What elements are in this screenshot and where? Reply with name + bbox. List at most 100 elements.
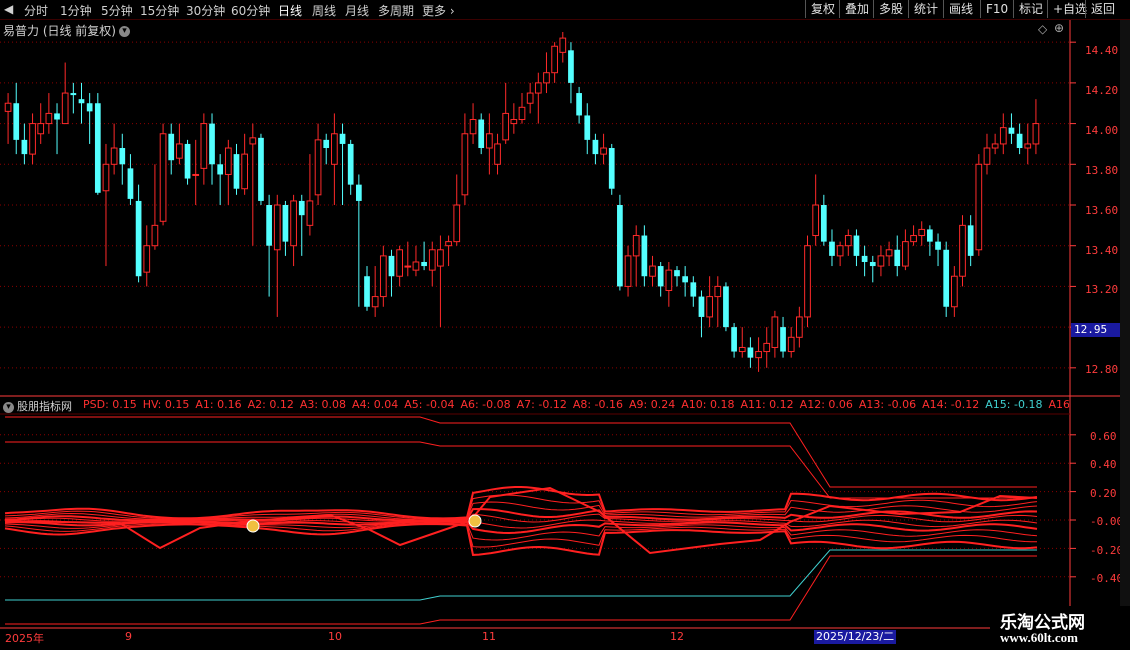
candle-body <box>494 143 501 165</box>
indicator-value: PSD: 0.15 <box>83 398 137 411</box>
money-bag-icon <box>468 514 482 528</box>
candle-body <box>787 336 795 353</box>
watermark-url: www.60lt.com <box>1000 630 1078 645</box>
candle-body <box>983 147 991 165</box>
candle-body <box>355 184 362 201</box>
indicator-value: A5: -0.04 <box>404 398 455 411</box>
candle-body <box>249 137 257 145</box>
candle-body <box>29 123 36 155</box>
candle-body <box>975 163 983 251</box>
candle-body <box>347 143 354 185</box>
upper-band-line-2 <box>5 441 1037 499</box>
candle-body <box>461 133 469 196</box>
candle-body <box>559 37 567 53</box>
indicator-tick: 0.60 <box>1090 430 1117 443</box>
candle-body <box>290 200 297 247</box>
candle-body <box>331 133 338 165</box>
candle-body <box>731 327 737 352</box>
candle-body <box>241 153 249 190</box>
indicator-tick: -0.40 <box>1090 572 1124 585</box>
candle-body <box>950 275 958 308</box>
indicator-line <box>4 520 1038 535</box>
candle-body <box>959 224 966 277</box>
candle-body <box>991 143 999 149</box>
candle-body <box>421 261 427 267</box>
candle-body <box>298 200 305 216</box>
candle-body <box>780 327 786 352</box>
candle-body <box>364 276 370 307</box>
candle-body <box>861 255 868 262</box>
candle-body <box>910 235 917 243</box>
candle-body <box>217 164 224 175</box>
chevron-down-icon[interactable]: ▾ <box>3 401 14 413</box>
date-tick: 10 <box>328 630 342 643</box>
candle-body <box>836 245 844 257</box>
indicator-value: A10: 0.18 <box>681 398 735 411</box>
candle-body <box>151 224 159 247</box>
lower-band-line <box>5 549 1037 601</box>
indicator-value: A2: 0.12 <box>247 398 294 411</box>
indicator-value: A15: -0.18 <box>985 398 1043 411</box>
candle-body <box>576 93 582 116</box>
candle-body <box>224 147 232 175</box>
kline-chart[interactable] <box>0 0 1130 650</box>
candle-body <box>78 99 85 104</box>
candle-body <box>168 133 175 161</box>
candle-body <box>1024 143 1032 149</box>
candle-body <box>534 82 542 94</box>
candle-body <box>600 147 607 155</box>
candle-body <box>632 235 640 257</box>
candle-body <box>388 255 395 277</box>
candle-body <box>437 249 444 267</box>
candle-body <box>453 204 461 243</box>
candle-body <box>829 241 835 256</box>
price-tick: 13.40 <box>1085 244 1119 257</box>
candle-body <box>379 255 387 298</box>
candle-body <box>935 241 941 250</box>
candle-body <box>869 261 876 267</box>
candle-body <box>37 123 45 135</box>
indicator-value: A3: 0.08 <box>299 398 347 411</box>
candle-body <box>159 133 167 222</box>
candle-body <box>469 119 477 135</box>
indicator-value: A1: 0.16 <box>195 398 242 411</box>
candle-body <box>894 249 901 267</box>
candle-body <box>690 282 697 297</box>
candle-body <box>543 72 550 84</box>
candle-body <box>233 154 240 189</box>
indicator-name: 股朋指标网 <box>17 400 72 413</box>
indicator-value: A12: 0.06 <box>799 398 853 411</box>
upper-band-line <box>5 416 1037 488</box>
candle-body <box>943 249 950 307</box>
candle-body <box>209 123 215 165</box>
candle-body <box>314 139 322 196</box>
candle-body <box>526 92 534 104</box>
date-tick: 2025年 <box>5 632 44 645</box>
candle-body <box>584 115 591 140</box>
candle-body <box>885 249 893 257</box>
candle-body <box>486 133 493 149</box>
indicator-tick: 0.20 <box>1090 487 1117 500</box>
price-tick: 14.20 <box>1085 84 1119 97</box>
candle-body <box>755 351 762 359</box>
candle-body <box>714 285 722 298</box>
right-sidebar[interactable] <box>1120 20 1130 630</box>
candle-body <box>176 143 183 159</box>
date-tick: 9 <box>125 630 132 643</box>
candle-body <box>45 112 53 125</box>
candle-body <box>273 204 281 251</box>
candle-body <box>1008 127 1015 134</box>
candle-body <box>592 139 599 155</box>
indicator-value: A7: -0.12 <box>516 398 567 411</box>
candle-body <box>258 137 264 201</box>
date-tick: 12 <box>670 630 684 643</box>
price-tick: 14.00 <box>1085 124 1119 137</box>
indicator-value: A16: -0.24 <box>1048 398 1069 411</box>
candle-body <box>723 286 729 328</box>
candle-body <box>1032 123 1040 145</box>
candle-body <box>617 205 623 287</box>
candle-body <box>4 102 12 112</box>
candle-body <box>371 296 379 308</box>
price-tick: 12.80 <box>1085 363 1119 376</box>
candle-body <box>608 148 615 189</box>
